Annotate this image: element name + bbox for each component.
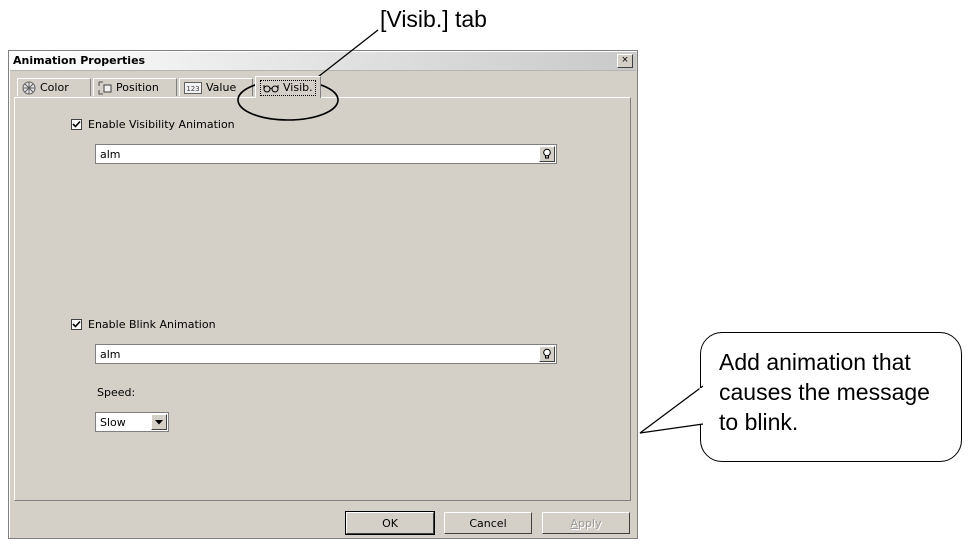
visibility-expression-value: alm — [100, 148, 121, 161]
visibility-expression-browse-button[interactable] — [539, 146, 555, 162]
tab-position[interactable]: Position — [93, 78, 177, 96]
apply-button-label: Apply — [570, 516, 602, 530]
title-bar[interactable]: Animation Properties × — [10, 52, 636, 71]
value-icon-text: 123 — [186, 85, 199, 93]
apply-button[interactable]: Apply — [542, 512, 630, 534]
tab-position-label: Position — [116, 81, 159, 94]
tab-visib[interactable]: Visib. — [255, 76, 321, 98]
visib-tab-annotation: [Visib.] tab — [380, 6, 487, 32]
tab-visib-focus: Visib. — [260, 79, 316, 96]
blink-checkbox-label: Enable Blink Animation — [88, 318, 216, 331]
visibility-checkbox[interactable] — [71, 119, 82, 130]
window-title: Animation Properties — [13, 54, 146, 67]
blink-callout-line-3: to blink. — [719, 409, 799, 435]
tab-value-label: Value — [206, 81, 237, 94]
blink-checkbox[interactable] — [71, 319, 82, 330]
ok-button[interactable]: OK — [345, 511, 435, 535]
close-button[interactable]: × — [617, 54, 633, 68]
speed-label: Speed: — [97, 386, 136, 399]
glasses-icon — [263, 84, 279, 92]
checkmark-icon — [72, 320, 81, 328]
visibility-checkbox-row[interactable]: Enable Visibility Animation — [71, 118, 235, 131]
visib-tab-page: Enable Visibility Animation alm Enable B… — [14, 97, 631, 501]
callout-pointer — [639, 385, 704, 434]
value-123-icon: 123 — [184, 81, 202, 94]
blink-expression-field[interactable]: alm — [95, 344, 557, 364]
blink-callout-text: Add animation that causes the message to… — [719, 347, 930, 437]
blink-checkbox-row[interactable]: Enable Blink Animation — [71, 318, 216, 331]
checkmark-icon — [72, 120, 81, 128]
blink-callout-line-2: causes the message — [719, 379, 930, 405]
blink-expression-browse-button[interactable] — [539, 346, 555, 362]
blink-expression-value: alm — [100, 348, 121, 361]
lightbulb-icon — [543, 148, 551, 159]
chevron-down-icon — [155, 419, 163, 424]
speed-select[interactable]: Slow — [95, 412, 169, 432]
animation-properties-dialog: Animation Properties × Color Position 12… — [8, 50, 638, 539]
blink-callout-line-1: Add animation that — [719, 349, 911, 375]
color-wheel-icon — [22, 81, 36, 94]
cancel-button-label: Cancel — [469, 516, 507, 530]
tab-color[interactable]: Color — [17, 78, 91, 96]
tab-visib-label: Visib. — [283, 81, 313, 94]
tab-color-label: Color — [40, 81, 69, 94]
lightbulb-icon — [543, 348, 551, 359]
tab-value[interactable]: 123 Value — [179, 78, 253, 96]
cancel-button[interactable]: Cancel — [444, 512, 532, 534]
speed-dropdown-button[interactable] — [151, 414, 167, 430]
visibility-checkbox-label: Enable Visibility Animation — [88, 118, 235, 131]
close-icon: × — [621, 54, 629, 66]
blink-callout-box: Add animation that causes the message to… — [700, 332, 962, 462]
visibility-expression-field[interactable]: alm — [95, 144, 557, 164]
speed-value: Slow — [100, 416, 126, 429]
position-icon — [98, 81, 112, 94]
ok-button-label: OK — [382, 516, 398, 530]
